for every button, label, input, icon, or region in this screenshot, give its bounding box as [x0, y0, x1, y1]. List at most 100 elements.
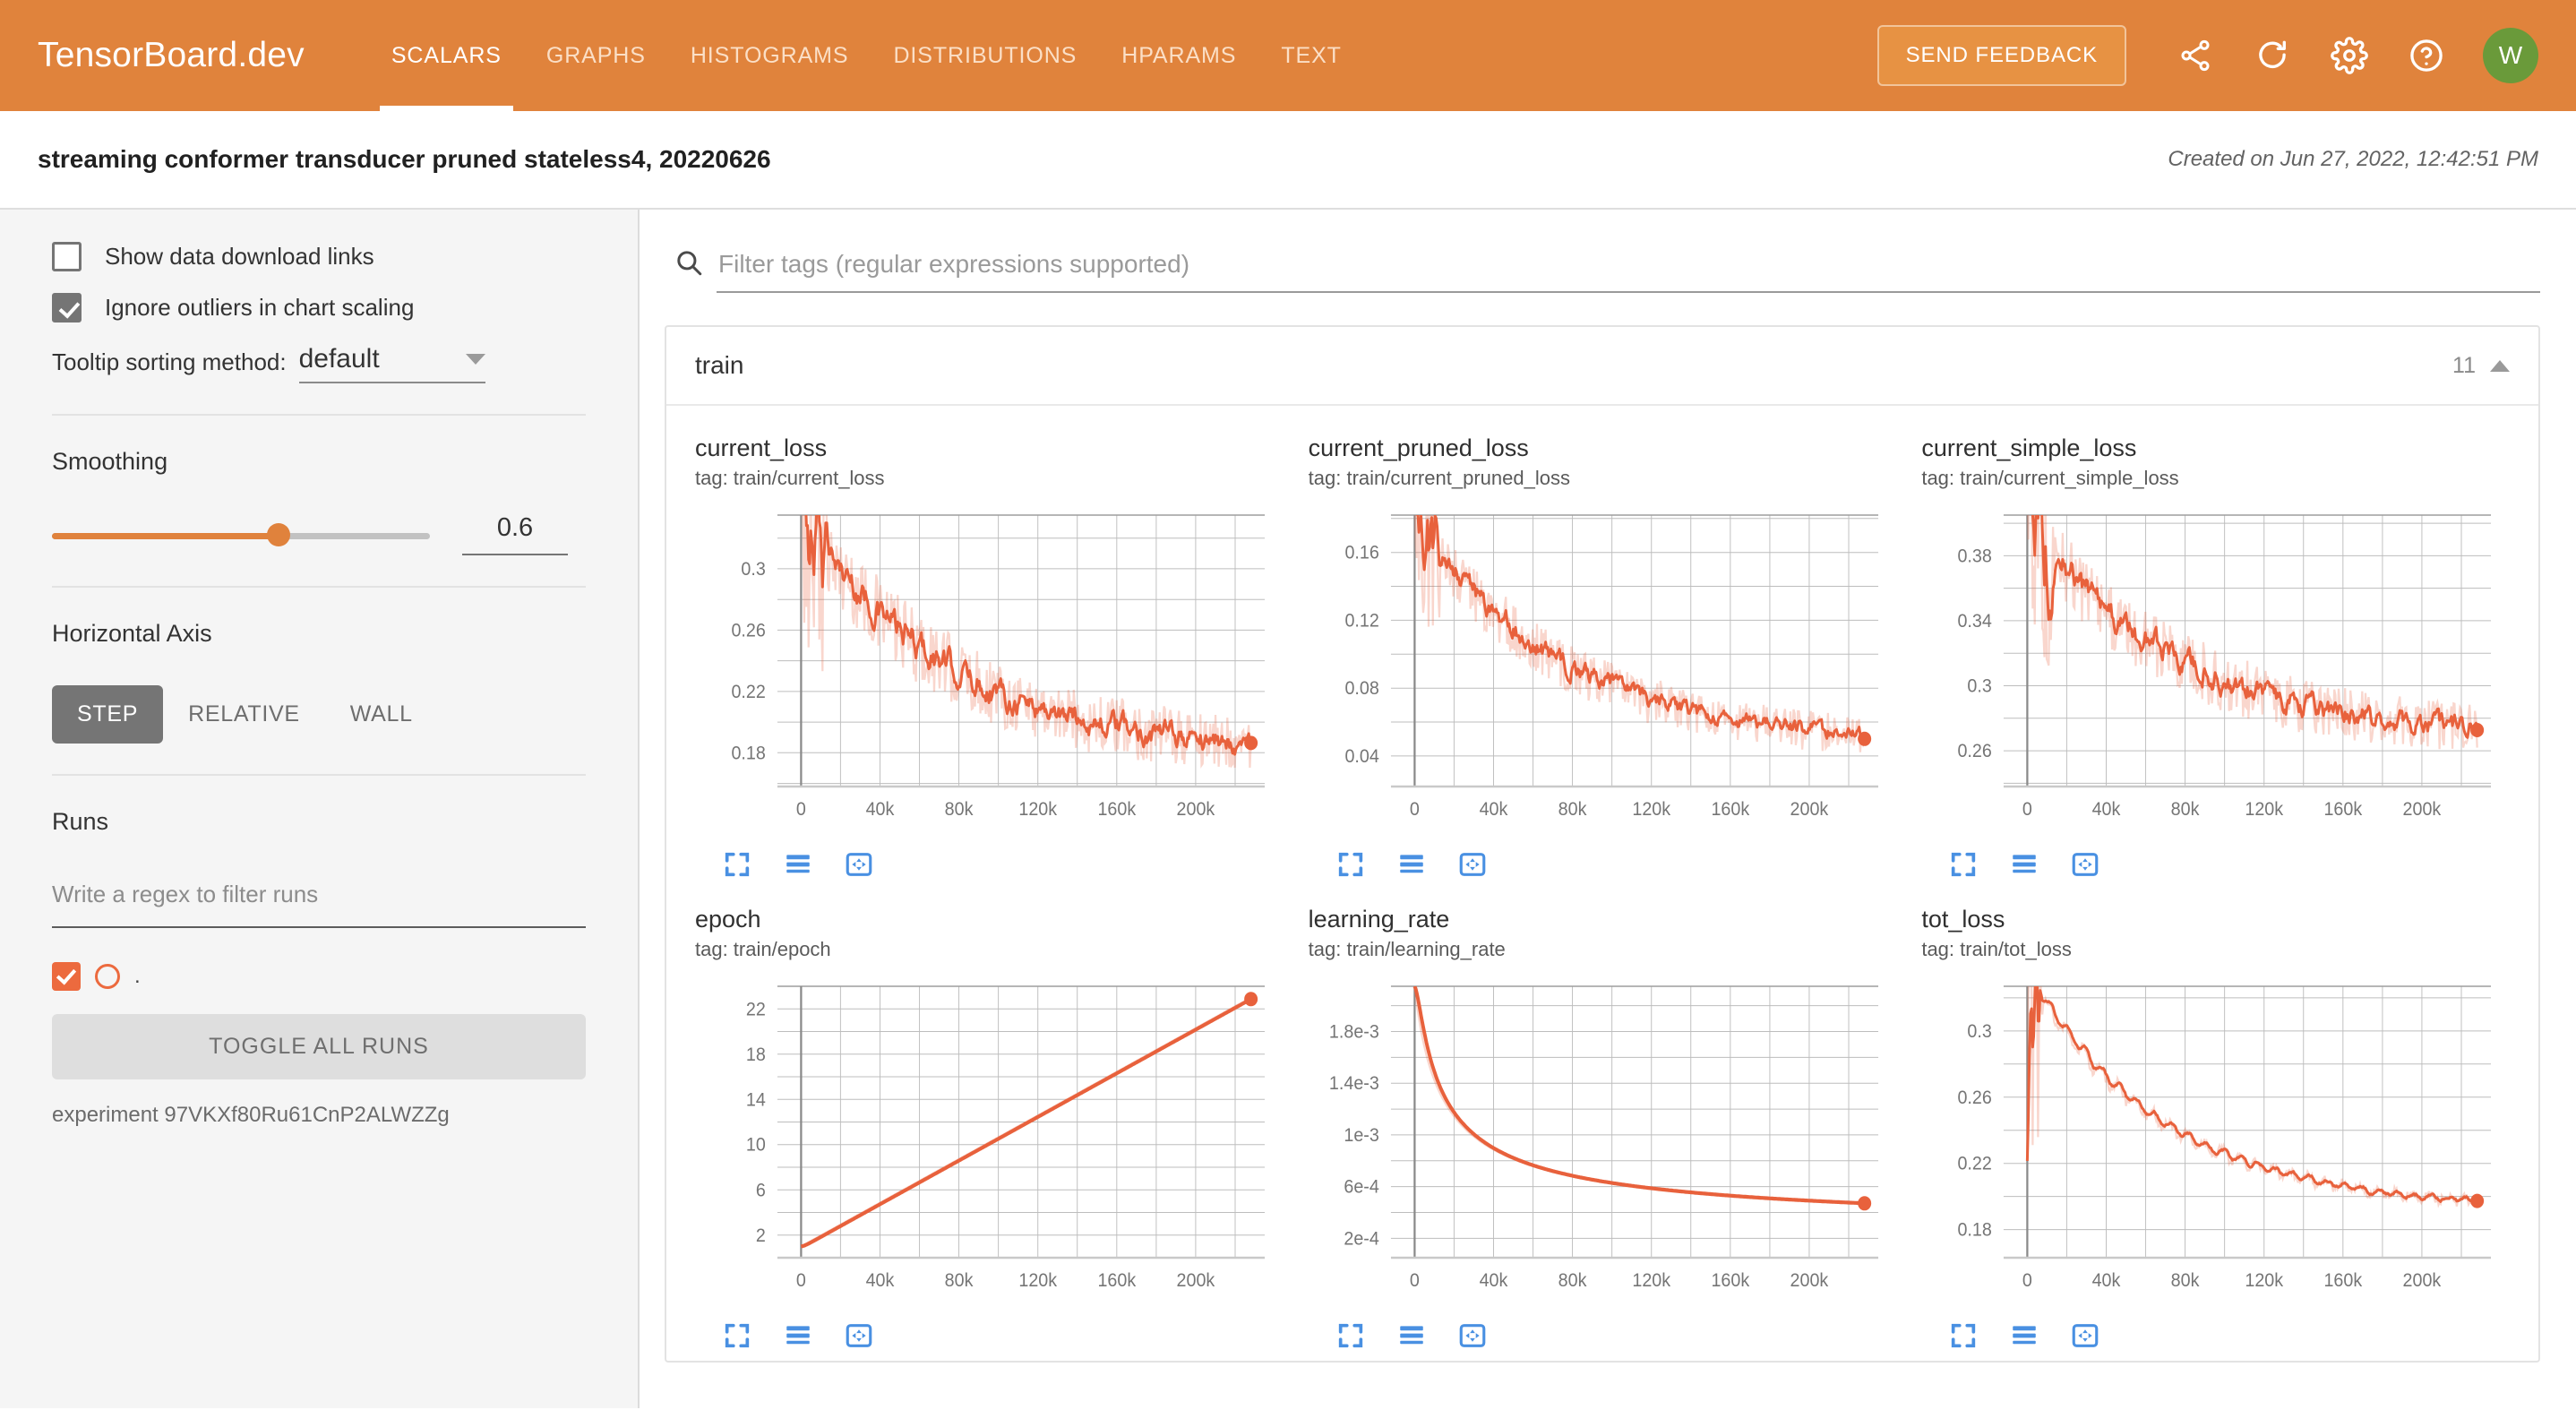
- smoothing-value-input[interactable]: 0.6: [462, 513, 568, 555]
- svg-text:2e-4: 2e-4: [1344, 1229, 1378, 1250]
- chevron-up-icon[interactable]: [2490, 360, 2510, 372]
- data-table-icon[interactable]: [1396, 1320, 1427, 1355]
- refresh-icon[interactable]: [2244, 27, 2301, 84]
- show-download-links-row[interactable]: Show data download links: [52, 242, 586, 271]
- svg-text:80k: 80k: [1558, 1271, 1587, 1292]
- chart-plot[interactable]: 0.180.220.260.3040k80k120k160k200k: [1921, 974, 2510, 1310]
- ignore-outliers-checkbox[interactable]: [52, 293, 82, 322]
- expand-chart-icon[interactable]: [1335, 1320, 1366, 1355]
- data-table-icon[interactable]: [2009, 849, 2039, 884]
- axis-option-relative[interactable]: RELATIVE: [163, 685, 325, 744]
- tab-histograms[interactable]: HISTOGRAMS: [668, 0, 872, 111]
- chart-plot[interactable]: 0.260.30.340.38040k80k120k160k200k: [1921, 503, 2510, 838]
- chart-title: current_pruned_loss: [1309, 434, 1897, 462]
- pan-fit-icon[interactable]: [844, 849, 874, 884]
- tag-filter-row: [665, 210, 2540, 300]
- runs-filter-input[interactable]: [52, 873, 586, 928]
- show-download-links-label: Show data download links: [105, 243, 374, 271]
- pan-fit-icon[interactable]: [2070, 849, 2100, 884]
- show-download-links-checkbox[interactable]: [52, 242, 82, 271]
- smoothing-slider[interactable]: [52, 531, 430, 538]
- svg-text:0.3: 0.3: [1968, 1021, 1992, 1042]
- chart-tag: tag: train/current_loss: [695, 467, 1284, 490]
- axis-option-wall[interactable]: WALL: [325, 685, 438, 744]
- chart-plot[interactable]: 0.180.220.260.3040k80k120k160k200k: [695, 503, 1284, 838]
- tag-group-name: train: [695, 351, 743, 380]
- nav-tabs: SCALARS GRAPHS HISTOGRAMS DISTRIBUTIONS …: [369, 0, 1364, 111]
- slider-fill: [52, 533, 279, 539]
- tag-group-header[interactable]: train 11: [666, 327, 2538, 406]
- tab-hparams[interactable]: HPARAMS: [1099, 0, 1258, 111]
- runs-label: Runs: [52, 808, 586, 836]
- pan-fit-icon[interactable]: [1457, 849, 1488, 884]
- tab-graphs[interactable]: GRAPHS: [524, 0, 668, 111]
- data-table-icon[interactable]: [1396, 849, 1427, 884]
- send-feedback-button[interactable]: SEND FEEDBACK: [1877, 25, 2126, 86]
- horizontal-axis-label: Horizontal Axis: [52, 620, 586, 648]
- share-icon[interactable]: [2167, 27, 2224, 84]
- svg-text:40k: 40k: [1479, 800, 1508, 821]
- chart-title: learning_rate: [1309, 906, 1897, 933]
- chart-toolbar: [1921, 838, 2510, 884]
- svg-text:0: 0: [1410, 800, 1420, 821]
- chart-toolbar: [1921, 1310, 2510, 1355]
- chart-plot[interactable]: 0.040.080.120.16040k80k120k160k200k: [1309, 503, 1897, 838]
- pan-fit-icon[interactable]: [1457, 1320, 1488, 1355]
- toggle-all-runs-button[interactable]: TOGGLE ALL RUNS: [52, 1014, 586, 1079]
- svg-text:0.18: 0.18: [1958, 1220, 1992, 1241]
- svg-text:80k: 80k: [1558, 800, 1587, 821]
- expand-chart-icon[interactable]: [1335, 849, 1366, 884]
- help-icon[interactable]: [2398, 27, 2455, 84]
- data-table-icon[interactable]: [2009, 1320, 2039, 1355]
- expand-chart-icon[interactable]: [1948, 849, 1979, 884]
- ignore-outliers-row[interactable]: Ignore outliers in chart scaling: [52, 293, 586, 322]
- tab-text[interactable]: TEXT: [1258, 0, 1364, 111]
- svg-text:0.18: 0.18: [731, 744, 765, 764]
- svg-text:18: 18: [746, 1045, 766, 1065]
- axis-option-step[interactable]: STEP: [52, 685, 163, 744]
- chart-plot[interactable]: 2e-46e-41e-31.4e-31.8e-3040k80k120k160k2…: [1309, 974, 1897, 1310]
- pan-fit-icon[interactable]: [2070, 1320, 2100, 1355]
- expand-chart-icon[interactable]: [1948, 1320, 1979, 1355]
- run-list-item[interactable]: .: [52, 962, 586, 991]
- run-checkbox[interactable]: [52, 962, 81, 991]
- settings-sidebar: Show data download links Ignore outliers…: [0, 210, 640, 1408]
- chart-toolbar: [1309, 838, 1897, 884]
- runs-section: Runs . TOGGLE ALL RUNS experiment 97VKXf…: [52, 776, 586, 1158]
- svg-text:0.04: 0.04: [1344, 746, 1378, 767]
- pan-fit-icon[interactable]: [844, 1320, 874, 1355]
- tag-filter-input[interactable]: [717, 249, 2540, 293]
- settings-gear-icon[interactable]: [2321, 27, 2378, 84]
- svg-text:200k: 200k: [1790, 800, 1829, 821]
- brand-logo[interactable]: TensorBoard.dev: [38, 36, 305, 75]
- svg-text:1.4e-3: 1.4e-3: [1329, 1074, 1379, 1095]
- svg-text:40k: 40k: [866, 1271, 896, 1292]
- svg-text:0.12: 0.12: [1344, 611, 1378, 632]
- svg-text:6e-4: 6e-4: [1344, 1177, 1378, 1198]
- avatar[interactable]: W: [2483, 28, 2538, 83]
- chart-toolbar: [695, 838, 1284, 884]
- tooltip-sorting-row: Tooltip sorting method: default: [52, 344, 586, 383]
- svg-text:0.38: 0.38: [1958, 546, 1992, 567]
- svg-text:40k: 40k: [866, 800, 896, 821]
- svg-text:160k: 160k: [1711, 800, 1750, 821]
- svg-text:0.16: 0.16: [1344, 543, 1378, 563]
- chart-card: current_simple_loss tag: train/current_s…: [1909, 418, 2522, 890]
- tooltip-sorting-select[interactable]: default: [299, 344, 485, 383]
- data-table-icon[interactable]: [783, 1320, 813, 1355]
- run-name: .: [134, 964, 141, 989]
- data-table-icon[interactable]: [783, 849, 813, 884]
- chart-plot[interactable]: 2610141822040k80k120k160k200k: [695, 974, 1284, 1310]
- tab-distributions[interactable]: DISTRIBUTIONS: [871, 0, 1099, 111]
- svg-text:200k: 200k: [2403, 800, 2443, 821]
- chart-tag: tag: train/learning_rate: [1309, 938, 1897, 961]
- expand-chart-icon[interactable]: [722, 849, 752, 884]
- search-icon: [674, 247, 704, 282]
- chart-toolbar: [695, 1310, 1284, 1355]
- svg-text:1.8e-3: 1.8e-3: [1329, 1022, 1379, 1043]
- tab-scalars[interactable]: SCALARS: [369, 0, 524, 111]
- slider-thumb[interactable]: [267, 523, 290, 546]
- expand-chart-icon[interactable]: [722, 1320, 752, 1355]
- svg-text:200k: 200k: [1177, 1271, 1216, 1292]
- chart-title: tot_loss: [1921, 906, 2510, 933]
